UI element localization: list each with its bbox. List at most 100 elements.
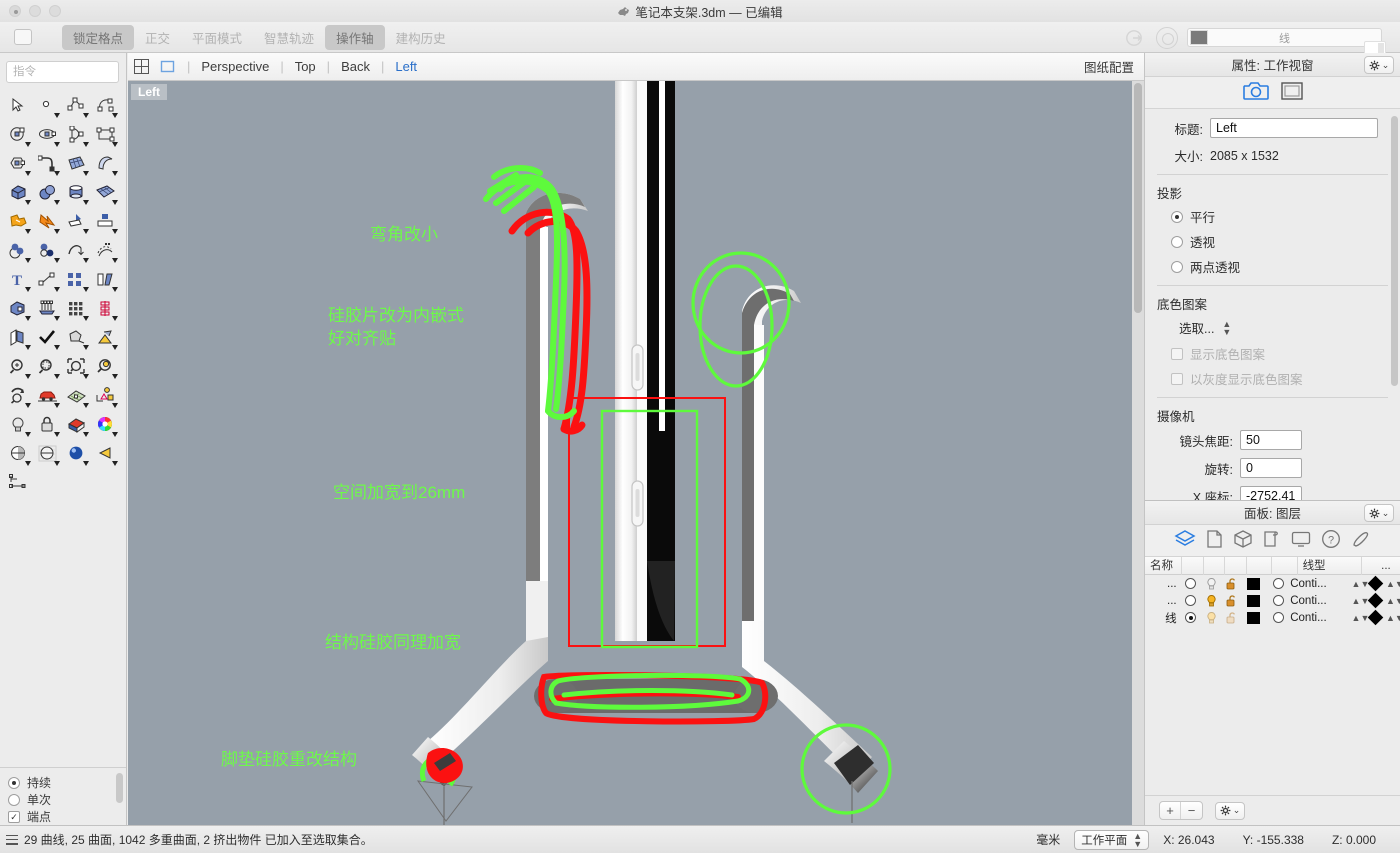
marker-icon[interactable] <box>1351 529 1371 552</box>
zoom-selected-icon[interactable] <box>33 352 62 381</box>
text-icon[interactable]: T <box>4 265 33 294</box>
toggle-smarttrack[interactable]: 智慧轨迹 <box>253 25 325 50</box>
remove-layer-button[interactable]: − <box>1181 802 1202 819</box>
circle-icon[interactable] <box>4 120 33 149</box>
point-icon[interactable] <box>33 91 62 120</box>
array-icon[interactable] <box>33 294 62 323</box>
color-wheel-icon[interactable] <box>91 410 120 439</box>
four-view-layout-icon[interactable] <box>128 59 154 74</box>
table-row[interactable]: ... Conti... ▲▼ ▲▼ <box>1145 592 1400 609</box>
table-row[interactable]: ... Conti... ▲▼ ▲▼ <box>1145 575 1400 592</box>
maximize-button[interactable] <box>49 5 61 17</box>
cylinder-icon[interactable] <box>62 178 91 207</box>
display-icon[interactable] <box>1263 529 1281 552</box>
help-icon[interactable]: ? <box>1321 529 1341 552</box>
shade-icon[interactable] <box>62 323 91 352</box>
surface-cp-icon[interactable] <box>62 149 91 178</box>
add-layer-button[interactable]: + <box>1160 802 1181 819</box>
osnap-option-single[interactable]: 单次 <box>8 791 118 808</box>
curve-edit-icon[interactable] <box>62 236 91 265</box>
cplane-selector[interactable]: 工作平面 ▲▼ <box>1074 830 1149 850</box>
radio-persistent[interactable] <box>8 777 20 789</box>
monitor-icon[interactable] <box>1291 529 1311 552</box>
layer-material-swatch[interactable] <box>1266 575 1290 592</box>
curve-icon[interactable] <box>91 91 120 120</box>
layer-current-toggle[interactable] <box>1181 609 1201 626</box>
fillet-icon[interactable] <box>33 149 62 178</box>
radio-perspective[interactable] <box>1171 236 1183 248</box>
viewport-icon[interactable] <box>1281 81 1303 104</box>
checkbox-endpoint[interactable]: ✓ <box>8 811 20 823</box>
single-view-layout-icon[interactable] <box>154 59 180 74</box>
sidebar-toggle-button[interactable] <box>14 29 32 45</box>
tab-left[interactable]: Left <box>391 59 421 74</box>
table-row[interactable]: 线 Conti... ▲▼ ▲▼ <box>1145 609 1400 626</box>
stepper-icon[interactable]: ▲▼ <box>1133 832 1142 848</box>
status-menu-icon[interactable] <box>6 835 18 845</box>
viewport-canvas[interactable]: Left <box>128 81 1144 825</box>
split-icon[interactable] <box>62 207 91 236</box>
extract-surface-icon[interactable] <box>4 294 33 323</box>
curve-offset-icon[interactable] <box>91 236 120 265</box>
layout-config-button[interactable]: 图纸配置 <box>1084 57 1134 76</box>
check-icon[interactable] <box>33 323 62 352</box>
properties-gear-button[interactable]: ⌄ <box>1364 56 1394 74</box>
projection-option-perspective[interactable]: 透视 <box>1171 232 1388 251</box>
ellipse-icon[interactable] <box>33 120 62 149</box>
minimize-button[interactable] <box>29 5 41 17</box>
layer-selector[interactable]: 线 <box>1187 28 1382 47</box>
layer-visible-toggle[interactable] <box>1201 609 1221 626</box>
array-polar-icon[interactable] <box>91 294 120 323</box>
zoom-target-icon[interactable] <box>91 352 120 381</box>
select-objects-icon[interactable] <box>91 381 120 410</box>
layer-target-icon[interactable] <box>1156 27 1178 49</box>
layer-lock-toggle[interactable] <box>1221 575 1241 592</box>
sphere-icon[interactable] <box>33 178 62 207</box>
osnap-option-persistent[interactable]: 持续 <box>8 774 118 791</box>
window-controls[interactable] <box>9 5 61 17</box>
viewport-scrollbar[interactable] <box>1132 81 1144 825</box>
projection-option-parallel[interactable]: 平行 <box>1171 207 1388 226</box>
zoom-extents-icon[interactable] <box>62 352 91 381</box>
print-stepper[interactable]: ▲▼ <box>1386 592 1400 609</box>
toggle-lock-grid[interactable]: 锁定格点 <box>62 25 134 50</box>
osnap-scrollbar[interactable] <box>116 773 123 803</box>
linetype-stepper[interactable]: ▲▼ <box>1352 592 1366 609</box>
viewport-title-input[interactable]: Left <box>1210 118 1378 138</box>
layer-print-swatch[interactable] <box>1366 575 1386 592</box>
group-spheres-icon[interactable] <box>4 236 33 265</box>
move-icon[interactable] <box>33 265 62 294</box>
layer-visible-toggle[interactable] <box>1201 592 1221 609</box>
mirror-icon[interactable] <box>91 265 120 294</box>
layer-visible-toggle[interactable] <box>1201 575 1221 592</box>
named-view-car-icon[interactable] <box>33 381 62 410</box>
layer-color-swatch[interactable] <box>1242 592 1266 609</box>
layers-options-button[interactable]: ⌄ <box>1215 802 1245 820</box>
lock-icon[interactable] <box>33 410 62 439</box>
radio-parallel[interactable] <box>1171 211 1183 223</box>
column-more[interactable]: ... <box>1367 557 1400 575</box>
layer-linetype[interactable]: Conti... <box>1290 609 1351 626</box>
rendered-view-icon[interactable] <box>62 439 91 468</box>
layer-current-toggle[interactable] <box>1181 575 1201 592</box>
print-stepper[interactable]: ▲▼ <box>1386 575 1400 592</box>
loft-icon[interactable] <box>91 149 120 178</box>
copy-icon[interactable] <box>62 265 91 294</box>
osnap-option-endpoint[interactable]: ✓ 端点 <box>8 808 118 825</box>
arc-icon[interactable] <box>62 120 91 149</box>
render-material-icon[interactable] <box>62 410 91 439</box>
unroll-icon[interactable] <box>4 323 33 352</box>
layers-gear-button[interactable]: ⌄ <box>1364 504 1394 522</box>
ghosted-view-icon[interactable] <box>33 439 62 468</box>
stepper-icon[interactable]: ▲▼ <box>1222 320 1231 336</box>
linetype-stepper[interactable]: ▲▼ <box>1352 575 1366 592</box>
rectangle-icon[interactable] <box>91 120 120 149</box>
toggle-ortho[interactable]: 正交 <box>134 25 181 50</box>
radio-two-point[interactable] <box>1171 261 1183 273</box>
layers-icon[interactable] <box>1174 529 1196 552</box>
command-input[interactable]: 指令 <box>6 61 119 83</box>
array-grid-icon[interactable] <box>62 294 91 323</box>
camera-lens-input[interactable]: 50 <box>1240 430 1302 450</box>
projection-option-two-point[interactable]: 两点透视 <box>1171 257 1388 276</box>
close-button[interactable] <box>9 5 21 17</box>
